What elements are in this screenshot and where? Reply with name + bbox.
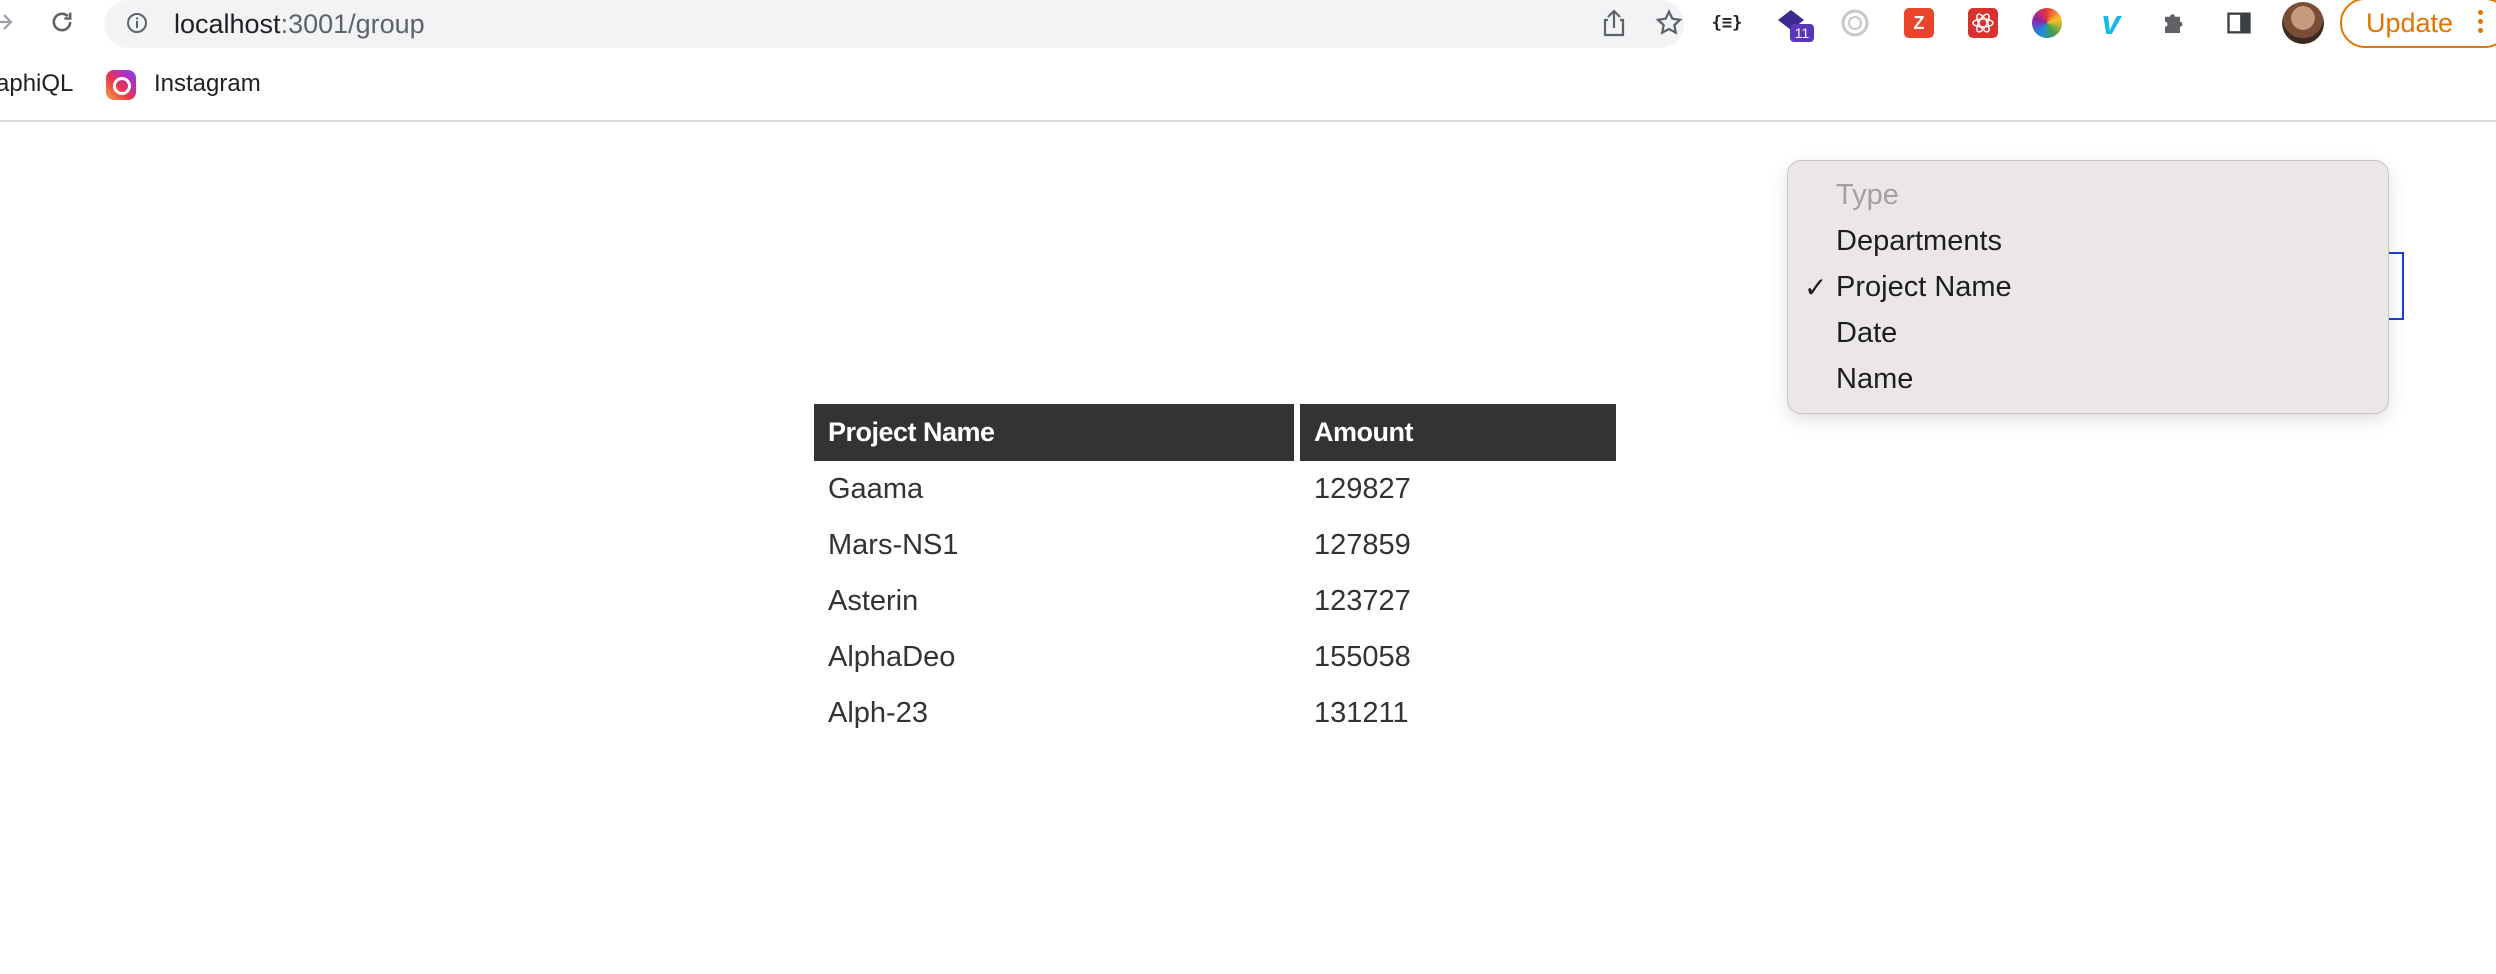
site-info-icon[interactable] xyxy=(126,12,148,34)
update-button[interactable]: Update xyxy=(2340,0,2496,48)
menu-option-name[interactable]: Name xyxy=(1836,363,1913,396)
cell-project-name: Alph-23 xyxy=(828,696,928,729)
forward-icon[interactable] xyxy=(0,6,20,38)
cell-project-name: AlphaDeo xyxy=(828,640,956,673)
url-path: :3001/group xyxy=(280,9,425,39)
bookmark-star-icon[interactable] xyxy=(1654,8,1684,38)
address-bar[interactable]: localhost:3001/group xyxy=(104,0,1684,48)
menu-option-departments[interactable]: Departments xyxy=(1836,225,2002,258)
share-icon[interactable] xyxy=(1600,8,1628,38)
group-table: Project Name Amount Gaama 129827 Mars-NS… xyxy=(808,404,1622,741)
table-row: Gaama 129827 xyxy=(814,461,1616,517)
more-menu-icon[interactable] xyxy=(2478,10,2488,36)
puzzle-icon[interactable] xyxy=(2158,6,2192,40)
table-header-row: Project Name Amount xyxy=(814,404,1616,461)
column-header-project-name[interactable]: Project Name xyxy=(814,404,1294,461)
cell-amount: 129827 xyxy=(1314,472,1411,505)
menu-option-project-name-label: Project Name xyxy=(1836,271,2012,303)
extension-badge-icon[interactable]: 11 xyxy=(1774,6,1814,42)
cell-amount: 131211 xyxy=(1314,696,1409,729)
column-header-amount[interactable]: Amount xyxy=(1300,404,1616,461)
profile-avatar[interactable] xyxy=(2282,2,2324,44)
vimeo-icon[interactable]: v xyxy=(2094,4,2128,42)
extension-badge-count: 11 xyxy=(1790,24,1814,42)
table-row: Alph-23 131211 xyxy=(814,685,1616,741)
cell-amount: 127859 xyxy=(1314,528,1411,561)
menu-option-date[interactable]: Date xyxy=(1836,317,1897,350)
bookmarks-bar: aphiQL Instagram xyxy=(0,56,2496,122)
table-row: Asterin 123727 xyxy=(814,573,1616,629)
cell-amount: 155058 xyxy=(1314,640,1411,673)
bookmark-instagram[interactable]: Instagram xyxy=(154,70,261,98)
json-formatter-icon[interactable]: {≡} xyxy=(1710,6,1744,40)
zotero-extension-icon[interactable]: Z xyxy=(1902,6,1936,40)
menu-option-type: Type xyxy=(1836,179,1899,211)
url-text: localhost:3001/group xyxy=(174,9,425,40)
color-picker-icon[interactable] xyxy=(2030,6,2064,40)
checkmark-icon: ✓ xyxy=(1804,272,1828,303)
browser-toolbar: localhost:3001/group {≡} 11 Z v Update xyxy=(0,0,2496,48)
group-by-dropdown-menu: Type Departments ✓ Project Name Date Nam… xyxy=(1787,160,2389,414)
instagram-icon[interactable] xyxy=(106,70,136,100)
cell-project-name: Mars-NS1 xyxy=(828,528,959,561)
bookmark-graphiql[interactable]: aphiQL xyxy=(0,70,73,98)
url-host: localhost xyxy=(174,9,281,39)
cell-project-name: Asterin xyxy=(828,584,919,617)
menu-option-project-name[interactable]: ✓ Project Name xyxy=(1804,271,2012,304)
react-devtools-icon[interactable] xyxy=(1966,6,2000,40)
reload-icon[interactable] xyxy=(46,6,78,38)
cell-amount: 123727 xyxy=(1314,584,1411,617)
side-panel-icon[interactable] xyxy=(2222,6,2256,40)
cell-project-name: Gaama xyxy=(828,472,924,505)
table-row: AlphaDeo 155058 xyxy=(814,629,1616,685)
table-row: Mars-NS1 127859 xyxy=(814,517,1616,573)
camera-extension-icon[interactable] xyxy=(1838,6,1872,40)
